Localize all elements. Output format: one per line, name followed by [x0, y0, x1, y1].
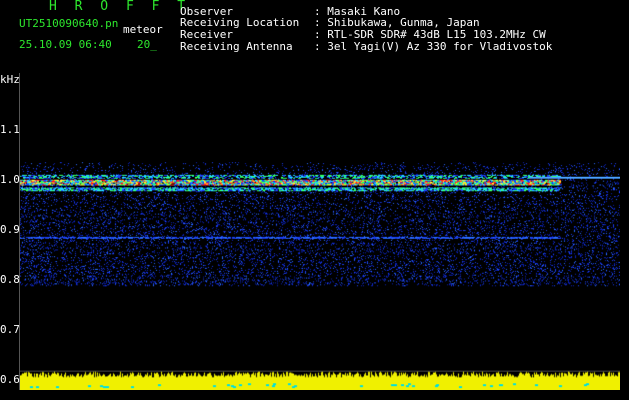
info-value-antenna: : 3el Yagi(V) Az 330 for Vladivostok — [314, 40, 553, 53]
y-tick-label: 1.1 — [0, 123, 20, 136]
file-name-suffix: meteor — [123, 23, 163, 36]
seconds-indicator: 20_ — [137, 38, 157, 51]
file-name: UT2510090640.pn — [19, 17, 119, 30]
y-axis-line — [19, 73, 20, 390]
y-tick-label: 0.6 — [0, 373, 20, 386]
y-tick-label: 0.9 — [0, 223, 20, 236]
spectrogram-canvas — [19, 73, 620, 390]
app-brand-title: H R O F F T — [49, 0, 191, 14]
date-time: 25.10.09 06:40 — [19, 38, 112, 51]
y-tick-label: 0.8 — [0, 273, 20, 286]
info-label-antenna: Receiving Antenna — [180, 40, 293, 53]
y-tick-label: 0.7 — [0, 323, 20, 336]
y-tick-label: 1.0 — [0, 173, 20, 186]
y-axis-unit-label: kHz — [0, 73, 20, 86]
